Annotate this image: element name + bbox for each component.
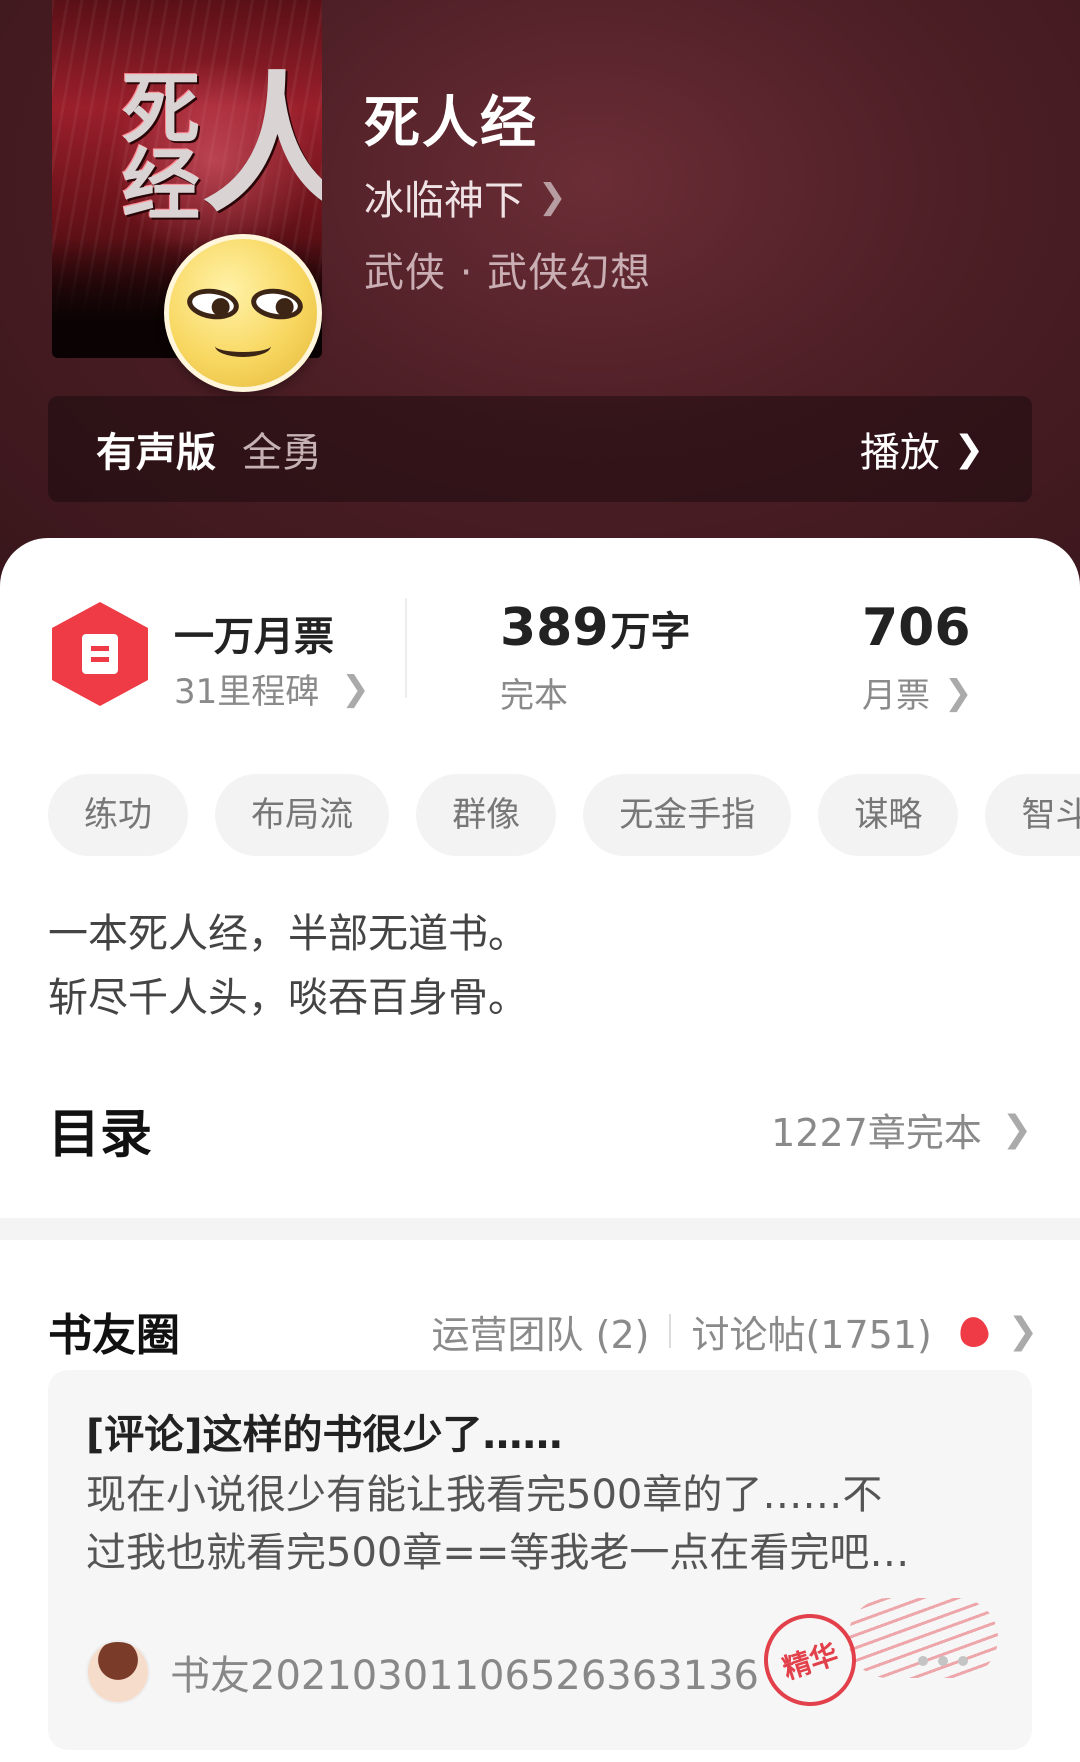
word-count-number: 389 bbox=[500, 598, 609, 658]
intro-line: 斩尽千人头，啖吞百身骨。 bbox=[48, 975, 528, 1021]
book-circle-meta: 运营团队 (2) 讨论帖(1751) ❯ bbox=[432, 1304, 1038, 1359]
author-name: 冰临神下 bbox=[364, 178, 524, 224]
tag-list: 练功 布局流 群像 无金手指 谋略 智斗 bbox=[48, 774, 1080, 856]
audio-label: 有声版 bbox=[96, 430, 216, 476]
content-sheet: 一万月票 31里程碑 ❯ 389 万字 完本 706 月票 ❯ 练功 布局流 群… bbox=[0, 538, 1080, 1762]
book-genre: 武侠 · 武侠幻想 bbox=[364, 250, 652, 296]
word-count: 389 万字 bbox=[500, 598, 691, 658]
tag-chip[interactable]: 群像 bbox=[416, 774, 557, 856]
cover-title-text-large: 人 bbox=[202, 57, 322, 233]
post-body-line: 过我也就看完500章==等我老一点在看完吧… bbox=[86, 1530, 910, 1576]
book-header: 死经 人 死人经 冰临神下 ❯ 武侠 · 武侠幻想 有声版 全勇 播放 ❯ bbox=[0, 0, 1080, 600]
chevron-right-icon: ❯ bbox=[944, 672, 973, 713]
chevron-right-icon: ❯ bbox=[341, 668, 370, 709]
play-button[interactable]: 播放 ❯ bbox=[860, 420, 984, 478]
intro-line: 一本死人经，半部无道书。 bbox=[48, 911, 528, 957]
stats-divider bbox=[405, 598, 407, 698]
author-link[interactable]: 冰临神下 ❯ bbox=[364, 168, 567, 226]
discussion-posts-link[interactable]: 讨论帖(1751) bbox=[691, 1304, 931, 1359]
chevron-right-icon: ❯ bbox=[1007, 1310, 1038, 1352]
post-title: [评论]这样的书很少了…… bbox=[86, 1412, 563, 1458]
avatar[interactable] bbox=[86, 1640, 150, 1704]
flame-icon bbox=[958, 1313, 990, 1349]
chapter-count: 1227章完本 bbox=[771, 1110, 982, 1155]
tag-chip[interactable]: 无金手指 bbox=[583, 774, 792, 856]
stats-row: 一万月票 31里程碑 ❯ 389 万字 完本 706 月票 ❯ bbox=[0, 598, 1080, 718]
chevron-right-icon: ❯ bbox=[538, 177, 567, 217]
emoji-right-eye bbox=[249, 285, 305, 323]
book-status: 完本 bbox=[500, 676, 568, 716]
emoji-left-eye bbox=[185, 285, 241, 323]
ops-team-link[interactable]: 运营团队 (2) bbox=[432, 1304, 650, 1359]
toc-meta: 1227章完本 ❯ bbox=[771, 1102, 1032, 1157]
book-circle-header[interactable]: 书友圈 运营团队 (2) 讨论帖(1751) ❯ bbox=[48, 1296, 1038, 1366]
word-count-unit: 万字 bbox=[610, 609, 691, 655]
post-body: 现在小说很少有能让我看完500章的了……不 过我也就看完500章==等我老一点在… bbox=[86, 1466, 1006, 1582]
book-detail-page: 死经 人 死人经 冰临神下 ❯ 武侠 · 武侠幻想 有声版 全勇 播放 ❯ 一万… bbox=[0, 0, 1080, 1762]
meta-divider bbox=[669, 1314, 672, 1348]
tag-chip[interactable]: 谋略 bbox=[818, 774, 959, 856]
book-title: 死人经 bbox=[364, 91, 538, 156]
tag-chip[interactable]: 练功 bbox=[48, 774, 188, 856]
toc-title: 目录 bbox=[48, 1104, 153, 1165]
chevron-right-icon: ❯ bbox=[1001, 1108, 1032, 1150]
monthly-votes-link[interactable]: 月票 ❯ bbox=[862, 668, 973, 717]
featured-stamp-badge: 精华 bbox=[752, 1602, 868, 1718]
monthly-votes-label: 月票 bbox=[862, 676, 930, 716]
emoji-mouth bbox=[215, 335, 271, 357]
tag-chip[interactable]: 智斗 bbox=[985, 774, 1080, 856]
post-author[interactable]: 书友20210301106526363136 bbox=[86, 1640, 759, 1704]
book-intro[interactable]: 一本死人经，半部无道书。 斩尽千人头，啖吞百身骨。 bbox=[48, 902, 528, 1030]
cover-title-text: 死经 bbox=[122, 64, 201, 231]
audio-narrator: 全勇 bbox=[242, 430, 322, 476]
smirk-emoji-sticker bbox=[164, 234, 322, 392]
ticket-icon[interactable] bbox=[52, 602, 148, 706]
milestones-text: 31里程碑 bbox=[174, 672, 320, 712]
post-body-line: 现在小说很少有能让我看完500章的了……不 bbox=[86, 1472, 883, 1518]
monthly-votes-count[interactable]: 706 bbox=[862, 598, 971, 658]
section-separator bbox=[0, 1218, 1080, 1240]
stamp-wave-lines bbox=[848, 1598, 998, 1678]
audio-version-bar[interactable]: 有声版 全勇 播放 ❯ bbox=[48, 396, 1032, 502]
toc-row[interactable]: 目录 1227章完本 ❯ bbox=[48, 1094, 1032, 1165]
milestones-link[interactable]: 31里程碑 ❯ bbox=[174, 664, 370, 713]
chevron-right-icon: ❯ bbox=[953, 428, 984, 470]
dot bbox=[938, 1656, 948, 1666]
more-options-icon[interactable] bbox=[918, 1656, 978, 1666]
dot bbox=[918, 1656, 928, 1666]
ticket-glyph bbox=[82, 634, 118, 674]
featured-post-card[interactable]: [评论]这样的书很少了…… 现在小说很少有能让我看完500章的了……不 过我也就… bbox=[48, 1370, 1032, 1750]
dot bbox=[958, 1656, 968, 1666]
tickets-title[interactable]: 一万月票 bbox=[174, 604, 334, 662]
tag-chip[interactable]: 布局流 bbox=[215, 774, 390, 856]
post-author-name: 书友20210301106526363136 bbox=[170, 1653, 759, 1699]
play-label: 播放 bbox=[859, 430, 940, 476]
book-circle-title: 书友圈 bbox=[48, 1310, 180, 1361]
